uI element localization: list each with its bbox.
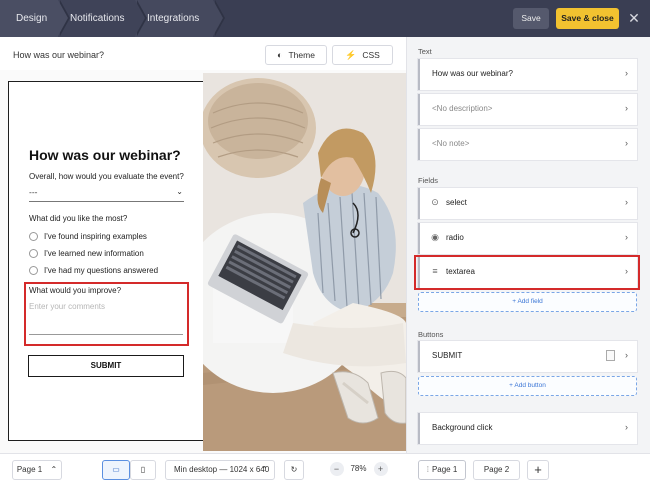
radio-option[interactable]: I've had my questions answered <box>29 264 158 276</box>
save-and-close-button[interactable]: Save & close <box>556 8 619 29</box>
button-item-submit[interactable]: SUBMIT › <box>418 341 637 372</box>
theme-button-label: Theme <box>288 50 315 60</box>
desktop-view-button[interactable]: ▭ <box>102 460 130 480</box>
zoom-out-button[interactable]: − <box>329 462 344 476</box>
chevron-right-icon: › <box>625 350 628 360</box>
drag-handle-icon: ⁞ <box>426 465 429 474</box>
css-button-label: CSS <box>362 50 380 60</box>
chevron-right-icon: › <box>625 197 628 207</box>
page-select-value: Page 1 <box>16 465 43 474</box>
evaluation-select[interactable]: --- ⌄ <box>29 185 184 202</box>
fields-section-label: Fields <box>418 176 439 185</box>
page-tab-2[interactable]: Page 2 <box>473 460 520 480</box>
radio-circle-icon <box>29 265 38 275</box>
plus-icon: + <box>534 462 542 477</box>
page-tab-1[interactable]: ⁞ Page 1 <box>418 460 466 480</box>
rotate-button[interactable]: ↻ <box>284 460 304 480</box>
radio-option[interactable]: I've found inspiring examples <box>29 230 147 242</box>
zoom-value: 78% <box>350 464 367 473</box>
radio-icon: ◉ <box>431 232 439 242</box>
chevron-right-icon: › <box>625 232 628 242</box>
page-tab-label: Page 2 <box>483 465 510 474</box>
page-tab-label: Page 1 <box>431 465 458 474</box>
textarea-field-highlight <box>414 255 640 290</box>
device-size-select[interactable]: Min desktop — 1024 x 640 ⌃ <box>165 460 275 480</box>
radio-circle-icon <box>29 248 38 258</box>
form-title: How was our webinar? <box>29 147 181 163</box>
chevron-up-icon: ⌃ <box>261 465 268 474</box>
chevron-right-icon: › <box>625 422 628 432</box>
chevron-down-icon: ⌄ <box>176 187 183 196</box>
css-button[interactable]: ⚡ CSS <box>332 45 393 65</box>
text-item-description[interactable]: <No description> › <box>418 94 637 125</box>
save-button[interactable]: Save <box>513 8 549 29</box>
top-tabs: Design Notifications Integrations <box>0 0 225 37</box>
device-size-value: Min desktop — 1024 x 640 <box>174 465 270 474</box>
lightning-icon: ⚡ <box>345 50 357 60</box>
theme-button[interactable]: ◐ Theme <box>265 45 327 65</box>
text-item-label: How was our webinar? <box>432 69 513 78</box>
field-item-label: select <box>446 198 467 207</box>
monitor-icon: ▭ <box>112 465 120 474</box>
button-item-label: SUBMIT <box>432 351 463 360</box>
text-item-title[interactable]: How was our webinar? › <box>418 59 637 90</box>
tab-integrations-label: Integrations <box>147 13 200 24</box>
rotate-icon: ↻ <box>290 465 298 474</box>
zoom-in-button[interactable]: + <box>373 462 388 476</box>
question-2-label: What did you like the most? <box>29 214 128 223</box>
background-click-item[interactable]: Background click › <box>418 413 637 444</box>
chevron-right-icon: › <box>625 103 628 113</box>
survey-name: How was our webinar? <box>13 50 105 60</box>
field-item-radio[interactable]: ◉ radio › <box>418 223 637 254</box>
question-1-label: Overall, how would you evaluate the even… <box>29 172 184 181</box>
text-item-label: <No note> <box>432 139 470 148</box>
radio-option-label: I've found inspiring examples <box>44 231 147 241</box>
text-item-note[interactable]: <No note> › <box>418 129 637 160</box>
radio-option[interactable]: I've learned new information <box>29 247 144 259</box>
field-item-select[interactable]: ⊙ select › <box>418 188 637 219</box>
text-item-label: <No description> <box>432 104 493 113</box>
page-icon <box>606 350 615 361</box>
buttons-section-label: Buttons <box>418 330 444 339</box>
chevron-right-icon: › <box>625 68 628 78</box>
submit-button[interactable]: SUBMIT <box>28 355 184 377</box>
zoom-control: −78% + <box>326 460 391 480</box>
contrast-icon: ◐ <box>277 50 283 60</box>
add-button-button[interactable]: + Add button <box>418 376 637 396</box>
chevron-right-icon: › <box>625 138 628 148</box>
tab-design-label: Design <box>16 13 48 24</box>
bottom-bar <box>0 453 650 488</box>
mobile-view-button[interactable]: ▯ <box>130 460 156 480</box>
add-page-button[interactable]: + <box>527 460 549 480</box>
evaluation-select-value: --- <box>29 187 38 197</box>
text-section-label: Text <box>418 47 432 56</box>
tab-notifications-label: Notifications <box>70 13 125 24</box>
close-icon[interactable]: ✕ <box>627 9 641 27</box>
background-click-label: Background click <box>432 423 493 432</box>
radio-circle-icon <box>29 231 38 241</box>
tab-design[interactable]: Design <box>0 0 70 37</box>
field-item-label: radio <box>446 233 464 242</box>
chevron-up-icon: ⌃ <box>50 465 58 474</box>
select-icon: ⊙ <box>431 197 439 207</box>
phone-icon: ▯ <box>140 465 146 474</box>
add-field-button[interactable]: + Add field <box>418 292 637 312</box>
form-photo <box>203 73 406 451</box>
textarea-highlight <box>24 282 189 346</box>
radio-option-label: I've had my questions answered <box>44 265 159 275</box>
page-select[interactable]: Page 1 ⌃ <box>12 460 62 480</box>
radio-option-label: I've learned new information <box>44 248 144 258</box>
